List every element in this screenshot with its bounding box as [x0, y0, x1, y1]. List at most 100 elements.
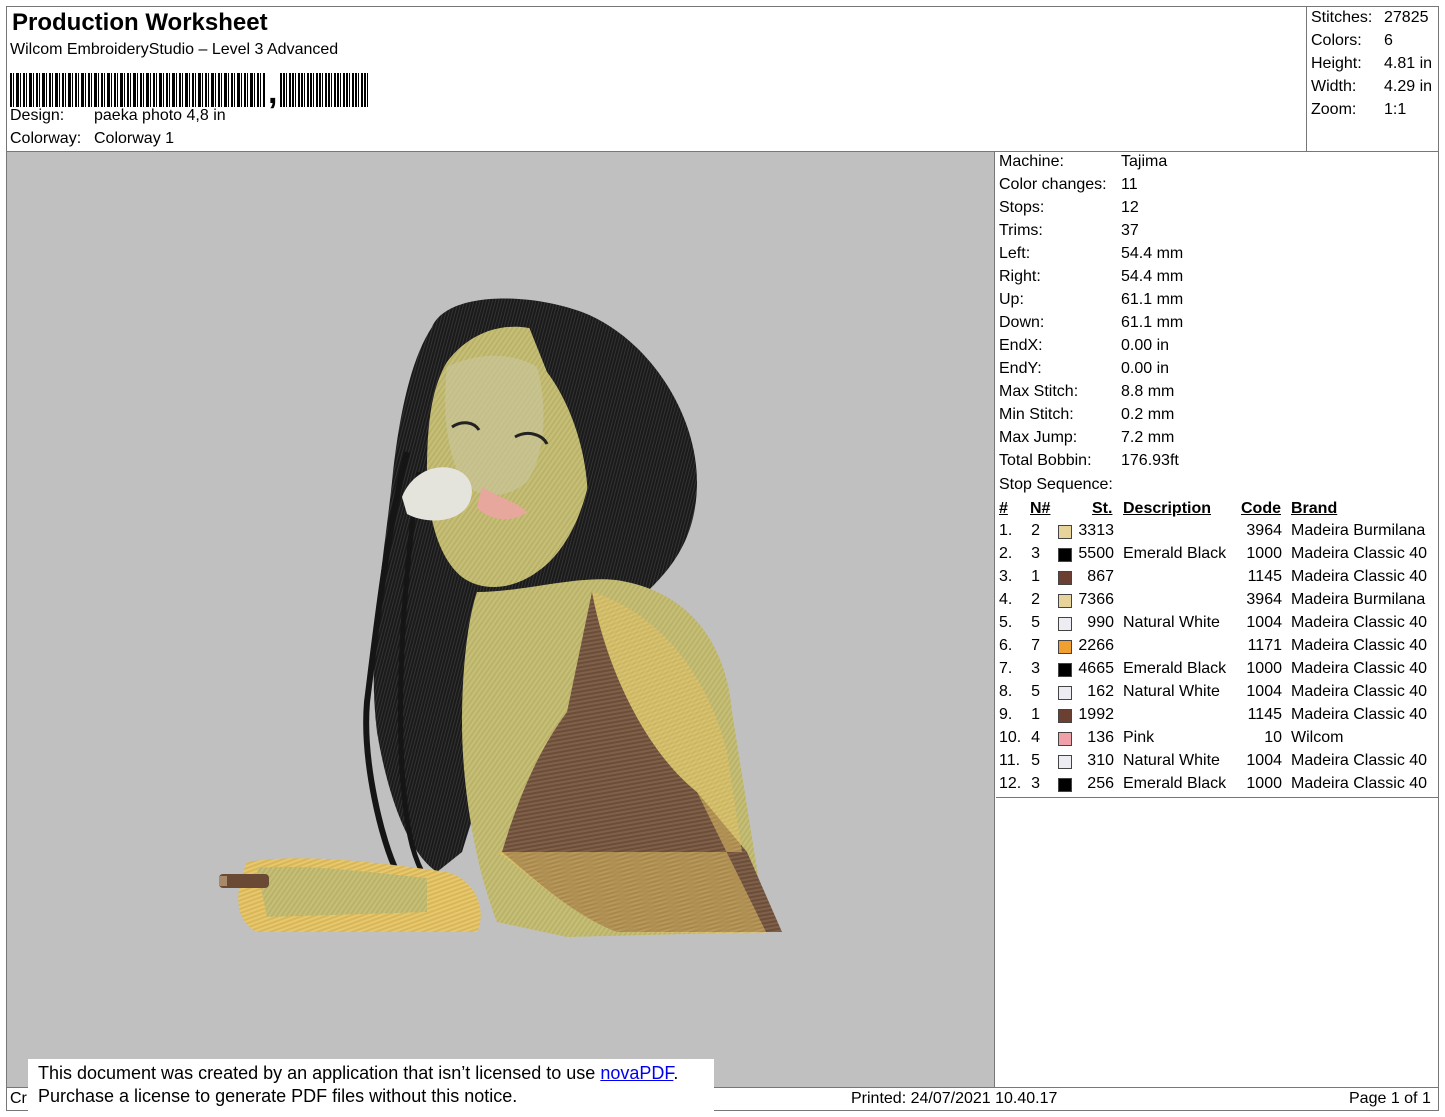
thread-description: Natural White: [1123, 752, 1220, 769]
thread-code: 3964: [1246, 591, 1282, 608]
stat-value: 12: [1121, 199, 1139, 216]
stat-row: Left: 54.4 mm: [999, 245, 1183, 263]
table-row: 3. 1 867 1145 Madeira Classic 40: [996, 568, 1439, 591]
row-number: 9.: [999, 706, 1013, 723]
header-stitches: St.: [1092, 500, 1113, 517]
header-brand: Brand: [1291, 500, 1338, 517]
needle-number: 5: [1031, 683, 1040, 700]
colorway-row: Colorway: Colorway 1: [10, 130, 174, 148]
stat-row: Max Stitch: 8.8 mm: [999, 383, 1174, 401]
colorway-label: Colorway:: [10, 130, 82, 147]
row-number: 8.: [999, 683, 1013, 700]
needle-number: 3: [1031, 660, 1040, 677]
header-num: #: [999, 500, 1008, 517]
needle-number: 4: [1031, 729, 1040, 746]
summary-value: 27825: [1384, 9, 1429, 26]
summary-label: Zoom:: [1311, 101, 1357, 118]
color-swatch: [1058, 571, 1072, 585]
stop-sequence-label: Stop Sequence:: [999, 476, 1113, 493]
stitch-count: 256: [1087, 775, 1114, 792]
stat-value: 0.00 in: [1121, 337, 1170, 354]
thread-code: 1145: [1247, 568, 1282, 585]
color-swatch: [1058, 594, 1072, 608]
license-notice: This document was created by an applicat…: [28, 1059, 714, 1115]
stat-row: Right: 54.4 mm: [999, 268, 1183, 286]
thread-code: 3964: [1246, 522, 1282, 539]
table-row: 8. 5 162 Natural White 1004 Madeira Classic 4…: [996, 683, 1439, 706]
table-row: 4. 2 7366 3964 Madeira Burmilana: [996, 591, 1439, 614]
thread-code: 1145: [1247, 706, 1282, 723]
row-number: 10.: [999, 729, 1022, 746]
table-row: 10. 4 136 Pink 10 Wilcom: [996, 729, 1439, 752]
page-title: Production Worksheet: [12, 9, 268, 36]
stat-value: 7.2 mm: [1121, 429, 1175, 446]
stitch-count: 867: [1087, 568, 1114, 585]
thread-brand: Madeira Classic 40: [1291, 545, 1428, 562]
thread-description: Natural White: [1123, 614, 1220, 631]
stitch-count: 2266: [1078, 637, 1114, 654]
thread-code: 10: [1264, 729, 1282, 746]
needle-number: 3: [1031, 775, 1040, 792]
stitch-count: 310: [1087, 752, 1114, 769]
stat-value: 37: [1121, 222, 1139, 239]
design-value: paeka photo 4,8 in: [94, 107, 226, 124]
stat-label: Min Stitch:: [999, 406, 1074, 423]
row-number: 11.: [999, 752, 1021, 769]
color-swatch: [1058, 640, 1072, 654]
summary-label: Stitches:: [1311, 9, 1373, 26]
needle-number: 2: [1031, 591, 1040, 608]
thread-description: Emerald Black: [1123, 545, 1227, 562]
thread-brand: Madeira Classic 40: [1291, 637, 1428, 654]
thread-brand: Madeira Classic 40: [1291, 683, 1428, 700]
stat-value: 8.8 mm: [1121, 383, 1175, 400]
novapdf-link[interactable]: novaPDF: [600, 1063, 673, 1083]
summary-value: 4.29 in: [1384, 78, 1433, 95]
stat-label: EndY:: [999, 360, 1042, 377]
stat-row: Min Stitch: 0.2 mm: [999, 406, 1174, 424]
needle-number: 5: [1031, 752, 1040, 769]
color-swatch: [1058, 686, 1072, 700]
notice-text: This document was created by an applicat…: [38, 1063, 601, 1083]
summary-box: Stitches: 27825 Colors: 6 Height: 4.81 in W…: [1306, 6, 1439, 152]
stat-row: EndX: 0.00 in: [999, 337, 1169, 355]
table-row: 12. 3 256 Emerald Black 1000 Madeira Classic …: [996, 775, 1439, 798]
color-swatch: [1058, 525, 1072, 539]
stat-value: 11: [1121, 176, 1138, 193]
stat-row: Color changes: 11: [999, 176, 1138, 194]
color-swatch: [1058, 709, 1072, 723]
header-code: Code: [1241, 500, 1281, 517]
stat-label: Down:: [999, 314, 1045, 331]
thread-brand: Madeira Classic 40: [1291, 706, 1428, 723]
color-swatch: [1058, 663, 1072, 677]
thread-brand: Madeira Classic 40: [1291, 614, 1428, 631]
stat-value: 176.93ft: [1121, 452, 1179, 469]
stat-label: Right:: [999, 268, 1041, 285]
thread-description: Natural White: [1123, 683, 1220, 700]
table-row: 9. 1 1992 1145 Madeira Classic 40: [996, 706, 1439, 729]
color-swatch: [1058, 732, 1072, 746]
summary-row: Width: 4.29 in: [1311, 78, 1432, 96]
stitch-count: 136: [1087, 729, 1114, 746]
stat-label: Machine:: [999, 153, 1064, 170]
stitch-count: 7366: [1078, 591, 1114, 608]
stat-value: 61.1 mm: [1121, 291, 1184, 308]
stat-row: Trims: 37: [999, 222, 1139, 240]
thread-brand: Madeira Burmilana: [1291, 591, 1426, 608]
page-number: Page 1 of 1: [1349, 1090, 1431, 1107]
barcode-icon: ,: [10, 65, 372, 109]
stat-label: Trims:: [999, 222, 1043, 239]
stat-value: Tajima: [1121, 153, 1168, 170]
summary-label: Colors:: [1311, 32, 1362, 49]
stat-label: Stops:: [999, 199, 1045, 216]
needle-number: 3: [1031, 545, 1040, 562]
summary-value: 1:1: [1384, 101, 1407, 118]
row-number: 1.: [999, 522, 1013, 539]
stat-value: 54.4 mm: [1121, 268, 1184, 285]
software-name: Wilcom EmbroideryStudio – Level 3 Advanc…: [10, 41, 339, 58]
color-swatch: [1058, 548, 1072, 562]
stat-row: EndY: 0.00 in: [999, 360, 1169, 378]
worksheet-header: Production Worksheet Wilcom EmbroiderySt…: [6, 6, 1306, 152]
notice-line-2: Purchase a license to generate PDF files…: [38, 1086, 518, 1106]
summary-row: Stitches: 27825: [1311, 9, 1429, 27]
thread-code: 1171: [1247, 637, 1282, 654]
